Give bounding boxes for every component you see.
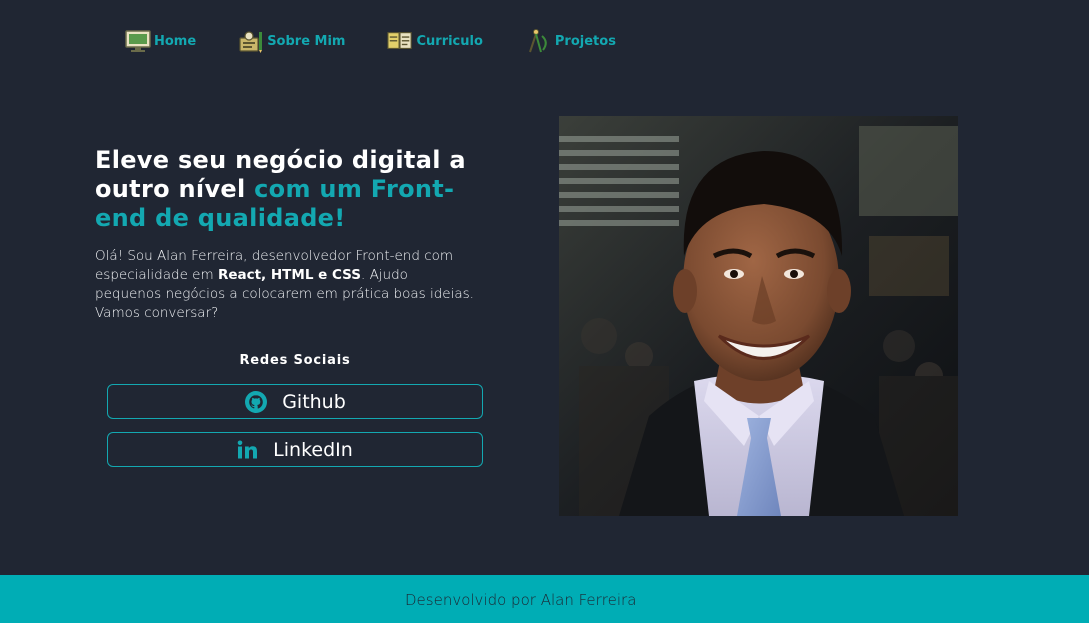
nav-item-curriculo[interactable]: Curriculo (387, 28, 483, 54)
social-title: Redes Sociais (239, 353, 351, 368)
github-button[interactable]: Github (107, 384, 483, 419)
id-card-icon (238, 28, 264, 54)
github-icon (244, 390, 268, 414)
page: Home Sobre Mim Curriculo Projetos Eleve … (0, 0, 1089, 623)
nav-item-projetos[interactable]: Projetos (526, 28, 616, 54)
monitor-icon (125, 28, 151, 54)
nav-item-sobre-mim[interactable]: Sobre Mim (238, 28, 345, 54)
nav-label-sobre-mim: Sobre Mim (267, 33, 346, 49)
top-navigation: Home Sobre Mim Curriculo Projetos (125, 27, 616, 55)
nav-label-curriculo: Curriculo (416, 33, 483, 49)
hero-title: Eleve seu negócio digital a outro nível … (95, 146, 495, 233)
footer: Desenvolvido por Alan Ferreira (0, 575, 1089, 623)
github-label: Github (282, 390, 346, 413)
nav-label-projetos: Projetos (554, 33, 616, 49)
nav-label-home: Home (154, 33, 197, 49)
document-icon (387, 28, 413, 54)
nav-item-home[interactable]: Home (125, 28, 196, 54)
hero-desc-skills: React, HTML e CSS (217, 267, 361, 283)
compass-icon (526, 28, 552, 54)
profile-photo (559, 116, 958, 516)
linkedin-button[interactable]: LinkedIn (107, 432, 483, 467)
linkedin-icon (237, 440, 259, 460)
hero-description: Olá! Sou Alan Ferreira, desenvolvedor Fr… (95, 247, 475, 323)
footer-credit: Desenvolvido por Alan Ferreira (405, 591, 637, 609)
linkedin-label: LinkedIn (273, 438, 353, 461)
